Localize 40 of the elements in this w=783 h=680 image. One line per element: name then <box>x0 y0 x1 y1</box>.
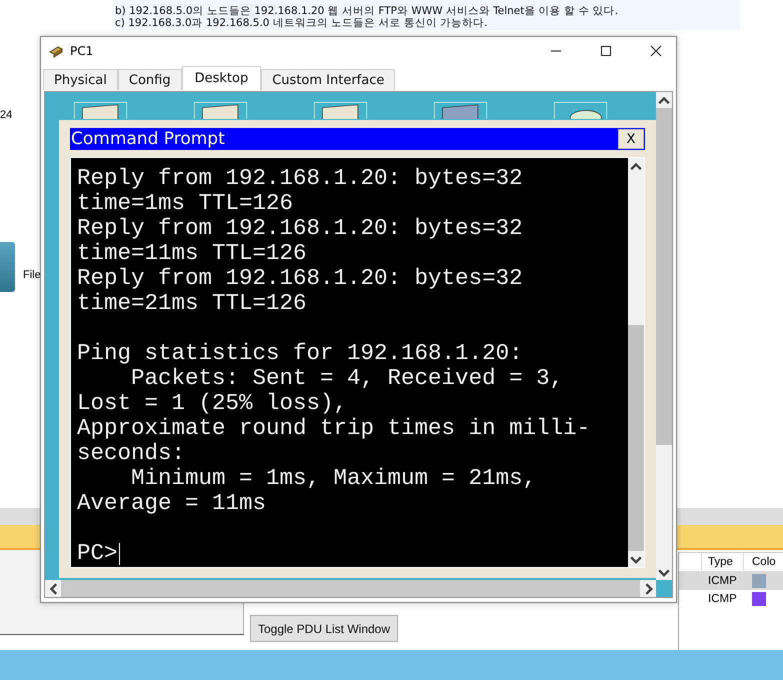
output-line: time=11ms TTL=126 <box>77 241 308 266</box>
column-header: Colo <box>743 553 776 571</box>
tab[interactable]: Desktop <box>182 66 262 90</box>
output-line: time=21ms TTL=126 <box>77 291 308 316</box>
close-button[interactable]: X <box>618 129 644 149</box>
output-line: Lost = 1 (25% loss), <box>77 391 348 416</box>
tab[interactable]: Custom Interface <box>261 69 396 90</box>
close-icon[interactable] <box>650 44 662 56</box>
maximize-icon[interactable] <box>600 44 612 56</box>
panel-title: Command Prompt <box>71 129 225 149</box>
text-cursor <box>118 542 120 564</box>
device-label: File <box>23 269 41 281</box>
output-line: Packets: Sent = 4, Received = 3, <box>130 366 564 391</box>
output-line: Ping statistics for 192.168.1.20: <box>77 341 524 366</box>
output-line: Reply from 192.168.1.20: bytes=32 <box>77 266 524 291</box>
window-title: PC1 <box>70 44 94 58</box>
question-text: c) 192.168.3.0과 192.168.5.0 네트워크의 노드들은 서로 통신이 가능하다. <box>115 17 488 29</box>
output-line: Average = 11ms <box>77 491 268 516</box>
table-row[interactable]: ICMP <box>679 572 783 590</box>
table-cell-text: ICMP <box>707 592 738 607</box>
output-line: time=1ms TTL=126 <box>77 191 294 216</box>
column-header: Type <box>701 553 743 571</box>
scrollbar-corner <box>656 580 672 597</box>
output-line: seconds: <box>77 441 186 466</box>
prompt-text: PC> <box>77 541 118 566</box>
tab[interactable]: Config <box>118 69 182 90</box>
scroll-thumb[interactable] <box>628 324 644 551</box>
output-line: Reply from 192.168.1.20: bytes=32 <box>77 216 524 241</box>
scroll-thumb[interactable] <box>656 108 672 446</box>
table-cell-text: ICMP <box>707 574 738 589</box>
output-line: Approximate round trip times in milli- <box>77 416 592 441</box>
scrollbar[interactable] <box>628 158 644 567</box>
tab[interactable]: Physical <box>43 69 118 90</box>
toggle-pdu-button[interactable]: Toggle PDU List Window <box>250 615 398 642</box>
scrollbar[interactable] <box>656 92 672 580</box>
output-line: Minimum = 1ms, Maximum = 21ms, <box>130 466 538 491</box>
canvas-label: 24 <box>0 109 12 121</box>
output-line: Reply from 192.168.1.20: bytes=32 <box>77 166 524 191</box>
question-text: b) 192.168.5.0의 노드들은 192.168.1.20 웹 서버의 FTP와 WWW 서비스와 Telnet을 이용 할 수 있다. <box>115 5 620 17</box>
table-row[interactable]: ICMP <box>679 590 783 608</box>
